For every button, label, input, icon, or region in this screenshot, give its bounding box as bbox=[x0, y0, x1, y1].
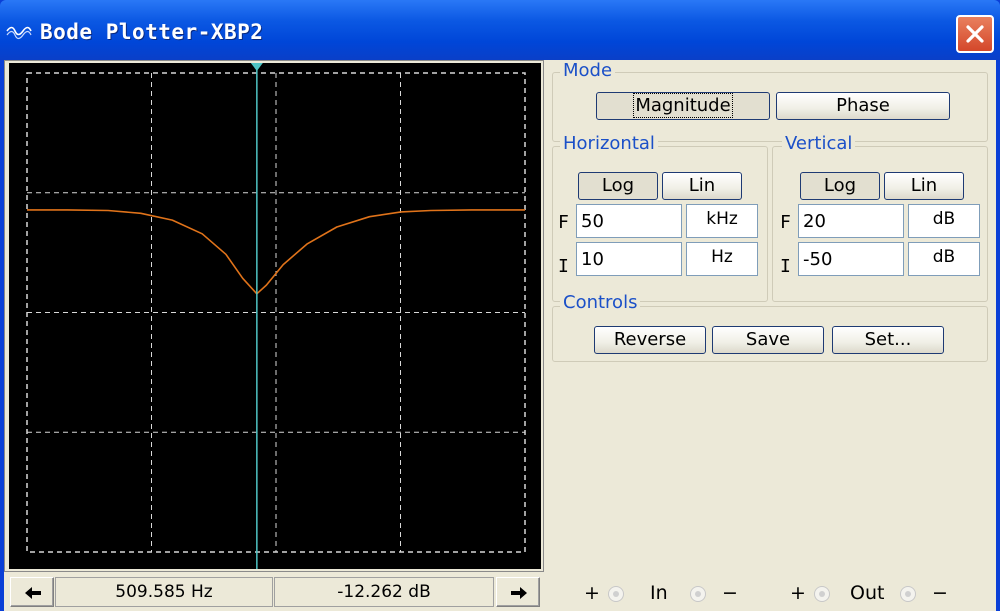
out-plus-terminal[interactable] bbox=[814, 586, 830, 602]
vertical-initial-unit[interactable]: dB bbox=[908, 242, 980, 276]
close-button[interactable] bbox=[956, 15, 994, 53]
plot-area[interactable] bbox=[9, 63, 541, 569]
bode-plotter-window: Bode Plotter-XBP2 509.585 Hz -12.262 dB bbox=[0, 0, 1000, 611]
window-client: 509.585 Hz -12.262 dB + In − + Out − Mod… bbox=[4, 60, 996, 611]
vertical-final-field[interactable]: 20 bbox=[798, 204, 904, 238]
horizontal-final-field[interactable]: 50 bbox=[576, 204, 682, 238]
horizontal-initial-unit[interactable]: Hz bbox=[686, 242, 758, 276]
horizontal-log-button[interactable]: Log bbox=[578, 172, 658, 200]
horizontal-final-label: F bbox=[558, 212, 569, 233]
set-button[interactable]: Set... bbox=[832, 326, 944, 354]
window-title: Bode Plotter-XBP2 bbox=[40, 20, 264, 44]
horizontal-lin-button[interactable]: Lin bbox=[662, 172, 742, 200]
reverse-button-label: Reverse bbox=[613, 329, 687, 350]
set-button-label: Set... bbox=[864, 329, 912, 350]
output-terminals: + Out − bbox=[790, 582, 970, 606]
out-label: Out bbox=[850, 582, 885, 604]
horizontal-lin-label: Lin bbox=[688, 175, 716, 196]
mode-group-label: Mode bbox=[560, 60, 616, 81]
save-button[interactable]: Save bbox=[712, 326, 824, 354]
horizontal-final-unit[interactable]: kHz bbox=[686, 204, 758, 238]
save-button-label: Save bbox=[745, 329, 791, 350]
horizontal-initial-field[interactable]: 10 bbox=[576, 242, 682, 276]
bode-plotter-icon bbox=[6, 26, 32, 40]
close-icon bbox=[966, 25, 984, 43]
in-plus-terminal[interactable] bbox=[608, 586, 624, 602]
vertical-initial-label: I bbox=[780, 256, 791, 277]
out-plus-label: + bbox=[790, 582, 806, 604]
horizontal-initial-label: I bbox=[558, 256, 569, 277]
vertical-log-button[interactable]: Log bbox=[800, 172, 880, 200]
controls-group-label: Controls bbox=[560, 292, 641, 313]
settings-panel: Mode Magnitude Phase Horizontal Log Lin … bbox=[550, 60, 996, 572]
horizontal-group-label: Horizontal bbox=[560, 133, 658, 154]
reverse-button[interactable]: Reverse bbox=[594, 326, 706, 354]
arrow-left-icon bbox=[25, 587, 41, 599]
vertical-lin-label: Lin bbox=[910, 175, 938, 196]
horizontal-log-label: Log bbox=[601, 175, 635, 196]
phase-button[interactable]: Phase bbox=[776, 92, 950, 120]
frequency-readout: 509.585 Hz bbox=[55, 577, 273, 607]
in-label: In bbox=[650, 582, 668, 604]
in-minus-terminal[interactable] bbox=[690, 586, 706, 602]
vertical-final-label: F bbox=[780, 212, 791, 233]
vertical-final-unit[interactable]: dB bbox=[908, 204, 980, 238]
cursor-left-button[interactable] bbox=[10, 577, 54, 607]
plot-frame bbox=[4, 60, 544, 572]
arrow-right-icon bbox=[511, 587, 527, 599]
magnitude-readout: -12.262 dB bbox=[274, 577, 494, 607]
cursor-right-button[interactable] bbox=[496, 577, 540, 607]
in-minus-label: − bbox=[722, 582, 738, 604]
title-bar[interactable]: Bode Plotter-XBP2 bbox=[0, 0, 1000, 60]
vertical-group-label: Vertical bbox=[782, 133, 856, 154]
cursor-marker-icon bbox=[250, 63, 263, 71]
out-minus-label: − bbox=[932, 582, 948, 604]
vertical-initial-field[interactable]: -50 bbox=[798, 242, 904, 276]
vertical-log-label: Log bbox=[823, 175, 857, 196]
vertical-lin-button[interactable]: Lin bbox=[884, 172, 964, 200]
status-bar: 509.585 Hz -12.262 dB + In − + Out − bbox=[4, 574, 996, 611]
phase-button-label: Phase bbox=[836, 95, 890, 116]
in-plus-label: + bbox=[584, 582, 600, 604]
bode-plot[interactable] bbox=[9, 63, 541, 569]
input-terminals: + In − bbox=[584, 582, 754, 606]
out-minus-terminal[interactable] bbox=[900, 586, 916, 602]
magnitude-button-label: Magnitude bbox=[633, 93, 733, 118]
magnitude-button[interactable]: Magnitude bbox=[596, 92, 770, 120]
